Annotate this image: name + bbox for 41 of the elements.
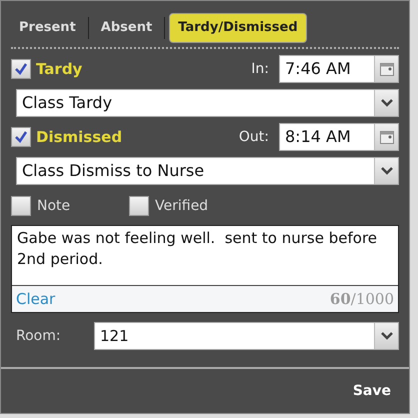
checkmark-icon: [14, 130, 28, 144]
select-value: Class Tardy: [21, 92, 114, 114]
time-field[interactable]: 7:46 AM: [279, 55, 399, 83]
status-label: Tardy: [36, 58, 82, 80]
time-label: In:: [251, 60, 269, 78]
checkbox[interactable]: [11, 127, 31, 147]
comment-text: Gabe was not feeling well. sent to nurse before 2nd period.: [16, 228, 378, 270]
reason-select[interactable]: Class Dismiss to Nurse: [16, 157, 399, 185]
time-value: 7:46 AM: [284, 58, 352, 80]
checkbox[interactable]: [11, 59, 31, 79]
time-label: Out:: [238, 128, 269, 146]
tab[interactable]: Present: [11, 13, 84, 43]
checkbox[interactable]: [129, 196, 149, 216]
caret-icon: [380, 99, 392, 107]
calendar-icon: [380, 62, 394, 76]
select-value: Class Dismiss to Nurse: [21, 160, 206, 182]
option-label: Note: [37, 196, 70, 216]
dropdown-button[interactable]: [374, 90, 398, 116]
select-value: 121: [99, 326, 130, 347]
comment-box[interactable]: Gabe was not feeling well. sent to nurse before 2nd period. Clear 60/1000: [11, 225, 399, 313]
tab[interactable]: Absent: [92, 13, 160, 43]
calendar-icon: [380, 130, 394, 144]
reason-select[interactable]: Class Tardy: [16, 89, 399, 117]
character-counter: 60/1000: [330, 288, 394, 310]
option-label: Verified: [155, 196, 208, 216]
status-label: Dismissed: [36, 126, 122, 148]
time-field[interactable]: 8:14 AM: [279, 123, 399, 151]
checkbox[interactable]: [11, 196, 31, 216]
time-value: 8:14 AM: [284, 126, 352, 148]
caret-icon: [380, 167, 392, 175]
checkmark-icon: [14, 62, 28, 76]
dropdown-button[interactable]: [374, 323, 398, 349]
clear-link[interactable]: Clear: [16, 288, 56, 310]
tab[interactable]: Tardy/Dismissed: [169, 13, 307, 43]
save-button[interactable]: Save: [352, 380, 391, 402]
room-select[interactable]: 121: [94, 322, 399, 350]
room-label: Room:: [16, 326, 62, 346]
clock-button[interactable]: [374, 56, 398, 82]
clock-button[interactable]: [374, 124, 398, 150]
caret-icon: [380, 332, 392, 340]
dropdown-button[interactable]: [374, 158, 398, 184]
